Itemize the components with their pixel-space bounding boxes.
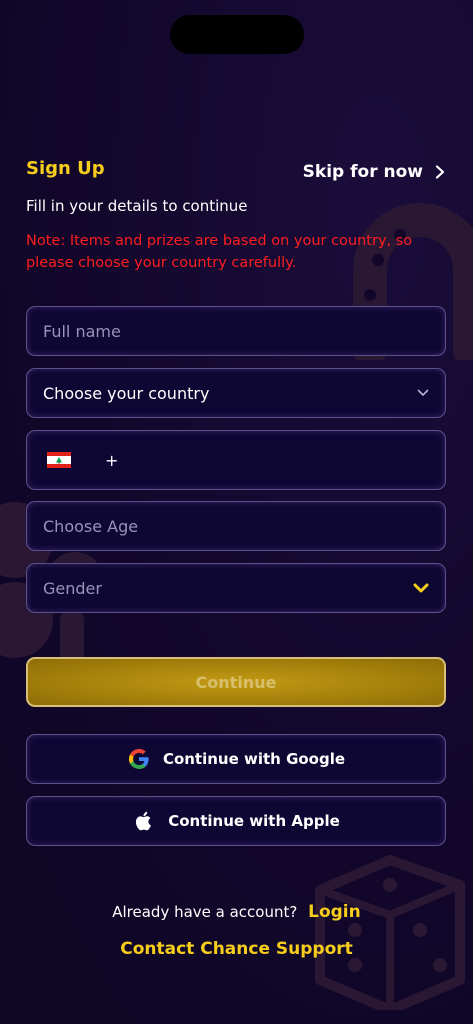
phone-prefix: + — [105, 450, 119, 470]
chevron-down-icon — [417, 389, 429, 396]
contact-support-link[interactable]: Contact Chance Support — [0, 939, 473, 959]
google-button-label: Continue with Google — [162, 750, 346, 768]
device-notch — [170, 15, 304, 54]
already-have-account-text: Already have a account? — [112, 903, 298, 921]
login-prompt: Already have a account? Login — [0, 902, 473, 922]
country-select[interactable]: Choose your country — [26, 368, 446, 418]
phone-input[interactable]: + — [26, 430, 446, 490]
country-warning-note: Note: Items and prizes are based on your… — [26, 233, 413, 271]
lebanon-flag-icon[interactable] — [47, 452, 71, 468]
country-select-value: Choose your country — [43, 383, 210, 403]
age-placeholder: Choose Age — [43, 516, 139, 536]
gender-placeholder: Gender — [43, 578, 102, 598]
chevron-down-icon — [413, 583, 429, 593]
subtitle: Fill in your details to continue — [26, 197, 248, 215]
google-icon — [128, 748, 149, 769]
gender-select[interactable]: Gender — [26, 563, 446, 613]
age-select[interactable]: Choose Age — [26, 501, 446, 551]
continue-with-apple-button[interactable]: Continue with Apple — [26, 796, 446, 846]
full-name-placeholder: Full name — [43, 321, 121, 341]
apple-icon — [136, 811, 152, 831]
login-link[interactable]: Login — [308, 902, 361, 922]
continue-with-google-button[interactable]: Continue with Google — [26, 734, 446, 784]
full-name-input[interactable]: Full name — [26, 306, 446, 356]
page-title: Sign Up — [26, 158, 105, 179]
continue-button[interactable]: Continue — [26, 657, 446, 707]
skip-label: Skip for now — [302, 162, 423, 182]
skip-for-now-button[interactable]: Skip for now — [303, 162, 447, 182]
apple-button-label: Continue with Apple — [168, 812, 340, 830]
chevron-right-icon — [435, 165, 445, 179]
